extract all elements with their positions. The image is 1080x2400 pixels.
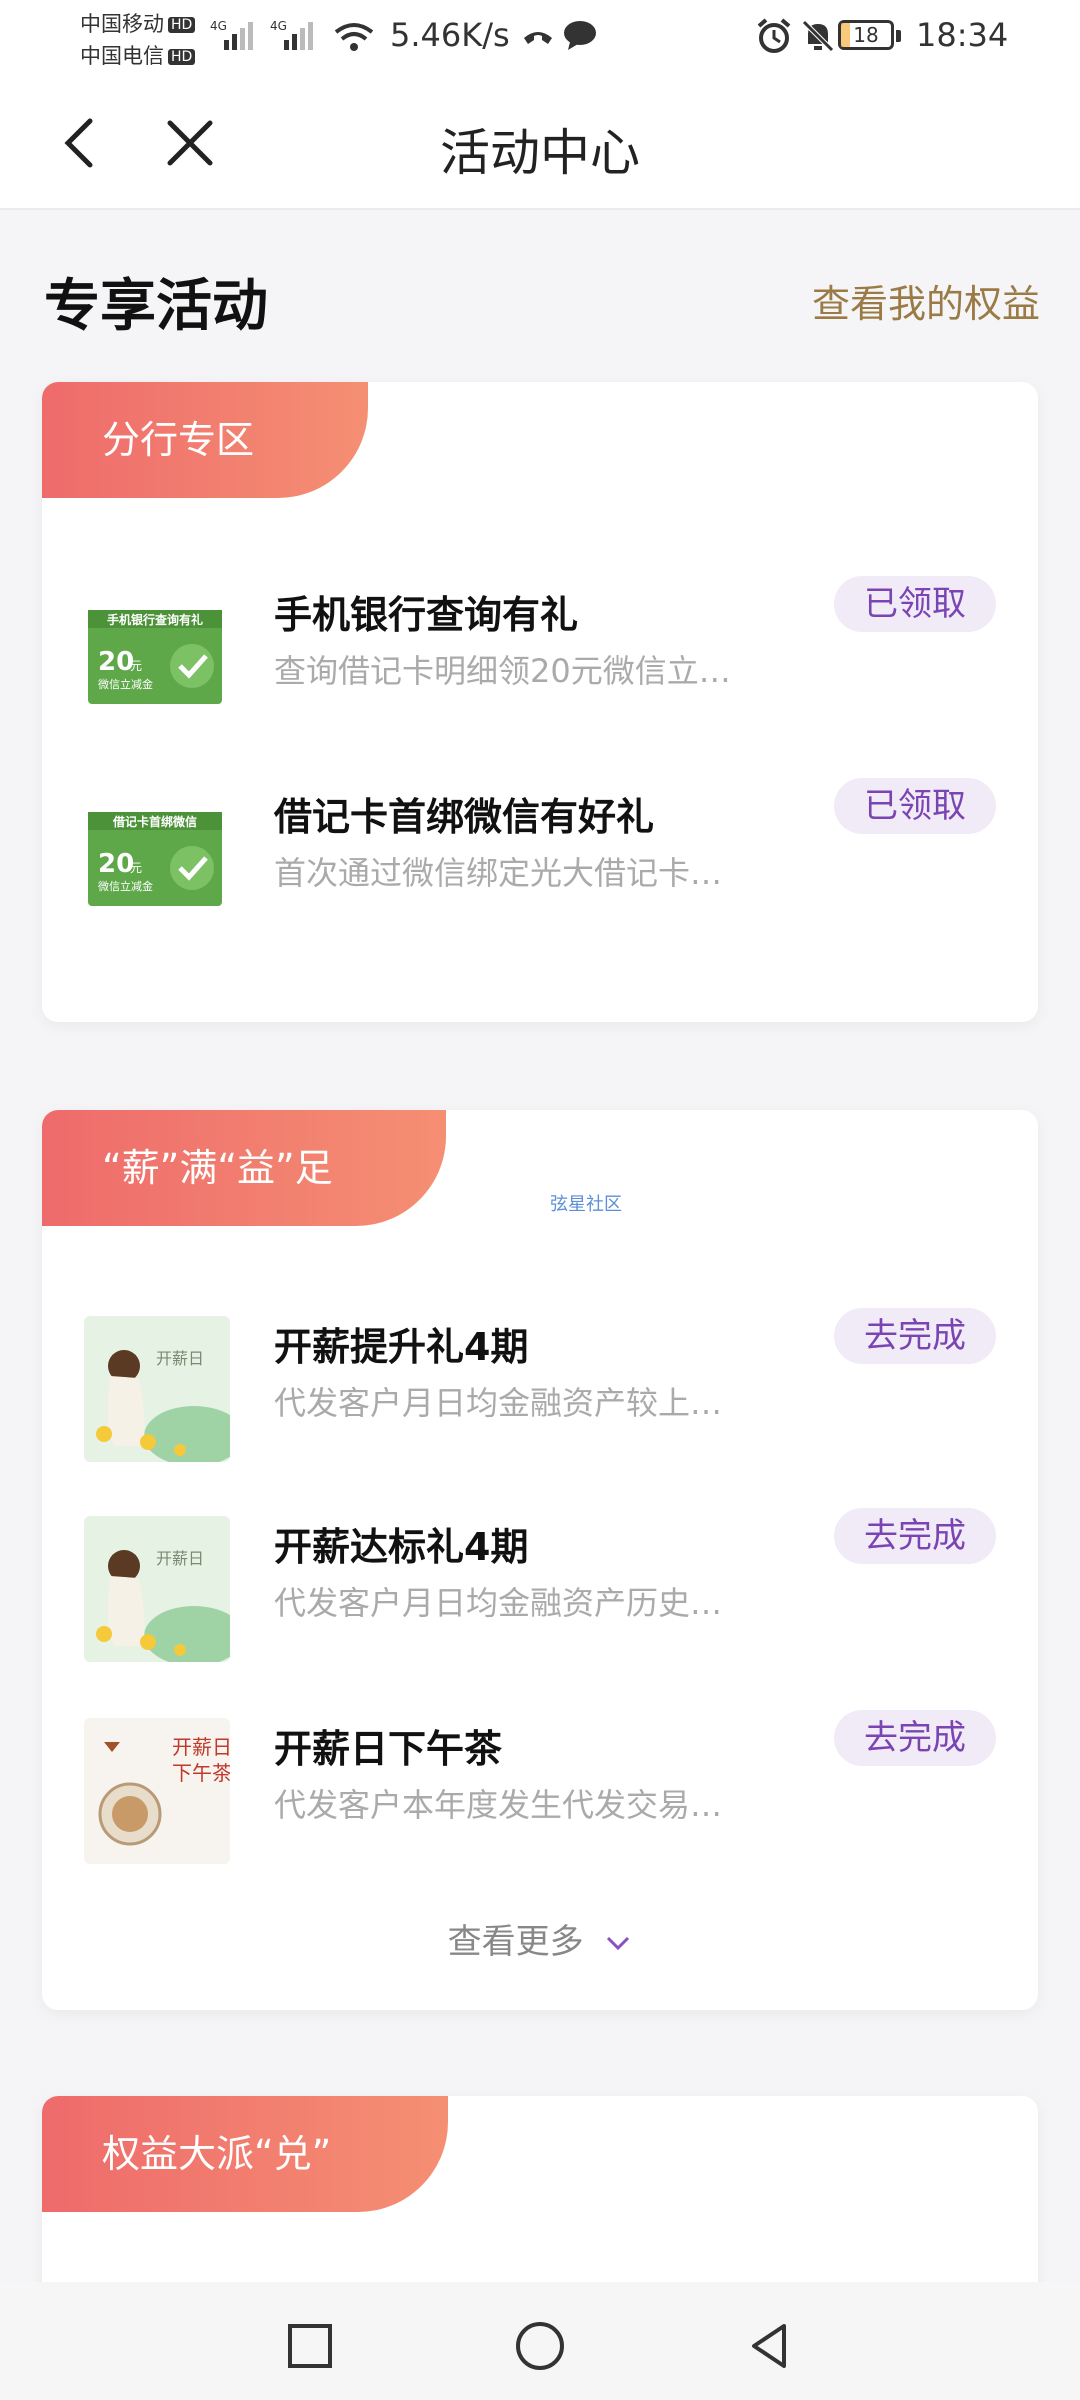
signal-icon: 4G [270, 19, 313, 50]
activity-desc: 查询借记卡明细领20元微信立… [274, 652, 731, 690]
activity-thumbnail: 开薪日 下午茶 [84, 1718, 230, 1864]
go-complete-button[interactable]: 去完成 [834, 1308, 996, 1364]
list-item[interactable]: 手机银行查询有礼 20 元 微信立减金 手机银行查询有礼 查询借记卡明细领20元… [42, 574, 1038, 734]
recent-apps-icon[interactable] [280, 2316, 340, 2376]
view-more-label: 查看更多 [447, 1922, 584, 1962]
coupon-unit: 元 [130, 861, 142, 875]
list-item[interactable]: 开薪日 开薪达标礼4期 代发客户月日均金融资产历史… 去完成 [42, 1506, 1038, 1666]
thumbnail-label: 开薪日 [156, 1549, 204, 1568]
page-title: 活动中心 [440, 124, 640, 182]
call-icon [524, 32, 552, 44]
activity-desc: 首次通过微信绑定光大借记卡… [274, 854, 723, 892]
network-type: 4G [270, 19, 287, 33]
card-tab: “薪”满“益”足 [42, 1110, 446, 1226]
wifi-icon [334, 23, 374, 51]
thumbnail-label: 开薪日 [156, 1349, 204, 1368]
activity-card: 分行专区 手机银行查询有礼 20 元 微信立减金 手机银行查询有礼 查询借记卡明… [42, 382, 1038, 1022]
claimed-button[interactable]: 已领取 [834, 778, 996, 834]
wechat-coupon-icon: 借记卡首绑微信 20 元 微信立减金 [88, 812, 222, 906]
signal-icon: 4G [210, 19, 253, 50]
activity-title: 手机银行查询有礼 [274, 593, 579, 637]
coupon-sub: 微信立减金 [98, 677, 153, 691]
coupon-header: 借记卡首绑微信 [112, 814, 197, 829]
payday-illustration-icon: 开薪日 [84, 1316, 230, 1462]
activity-title: 开薪提升礼4期 [274, 1325, 529, 1369]
section-header: 专享活动 查看我的权益 [44, 255, 1040, 339]
clock: 18:34 [916, 16, 1009, 54]
battery-icon: 18 [838, 20, 894, 50]
wechat-coupon-icon: 手机银行查询有礼 20 元 微信立减金 [88, 610, 222, 704]
back-icon[interactable] [740, 2316, 800, 2376]
view-more-button[interactable]: 查看更多 [42, 1914, 1038, 1963]
card-tab: 权益大派“兑” [42, 2096, 448, 2212]
thumbnail-line1: 开薪日 [172, 1735, 230, 1759]
view-my-benefits-link[interactable]: 查看我的权益 [812, 273, 1040, 328]
carrier-1: 中国移动 HD [80, 8, 196, 38]
activity-thumbnail: 开薪日 [84, 1516, 230, 1662]
battery-level: 18 [853, 23, 879, 47]
go-complete-button[interactable]: 去完成 [834, 1508, 996, 1564]
list-item[interactable]: 借记卡首绑微信 20 元 微信立减金 借记卡首绑微信有好礼 首次通过微信绑定光大… [42, 776, 1038, 936]
section-title: 专享活动 [44, 274, 268, 339]
card-tab: 分行专区 [42, 382, 368, 498]
activity-title: 开薪达标礼4期 [274, 1525, 529, 1569]
thumbnail-line2: 下午茶 [172, 1761, 230, 1785]
home-icon[interactable] [510, 2316, 570, 2376]
nav-bar: 活动中心 [0, 75, 1080, 210]
coupon-amount: 20 [98, 849, 134, 879]
activity-desc: 代发客户月日均金融资产历史… [274, 1584, 723, 1622]
mute-icon [802, 20, 834, 52]
coupon-sub: 微信立减金 [98, 879, 153, 893]
coupon-thumbnail: 借记卡首绑微信 20 元 微信立减金 [84, 786, 230, 932]
battery-nub [896, 30, 901, 42]
activity-card: “薪”满“益”足 弦星社区 开薪日 开薪提升礼4期 代发客户月日均金融资产较上…… [42, 1110, 1038, 2010]
claimed-button[interactable]: 已领取 [834, 576, 996, 632]
activity-title: 开薪日下午茶 [274, 1727, 503, 1771]
message-icon [564, 21, 596, 50]
list-item[interactable]: 开薪日 开薪提升礼4期 代发客户月日均金融资产较上… 去完成 [42, 1306, 1038, 1466]
chevron-down-icon [607, 1936, 630, 1950]
coupon-unit: 元 [130, 659, 142, 673]
watermark: 弦星社区 [550, 1194, 622, 1215]
go-complete-button[interactable]: 去完成 [834, 1710, 996, 1766]
status-bar: 中国移动 HD 中国电信 HD 4G 4G 5.46K/s 18 18:34 [0, 0, 1080, 75]
carrier-2: 中国电信 HD [80, 40, 196, 70]
coupon-amount: 20 [98, 647, 134, 677]
activity-thumbnail: 开薪日 [84, 1316, 230, 1462]
payday-illustration-icon: 开薪日 [84, 1516, 230, 1662]
network-speed: 5.46K/s [390, 16, 510, 54]
battery-fill [841, 23, 850, 47]
system-nav-bar [0, 2282, 1080, 2400]
activity-title: 借记卡首绑微信有好礼 [274, 795, 655, 839]
activity-desc: 代发客户月日均金融资产较上… [274, 1384, 723, 1422]
coupon-thumbnail: 手机银行查询有礼 20 元 微信立减金 [84, 584, 230, 730]
list-item[interactable]: 开薪日 下午茶 开薪日下午茶 代发客户本年度发生代发交易… 去完成 [42, 1708, 1038, 1868]
network-type: 4G [210, 19, 227, 33]
afternoon-tea-icon: 开薪日 下午茶 [84, 1718, 230, 1864]
alarm-icon [757, 18, 791, 53]
coupon-header: 手机银行查询有礼 [107, 612, 203, 627]
activity-desc: 代发客户本年度发生代发交易… [274, 1786, 723, 1824]
